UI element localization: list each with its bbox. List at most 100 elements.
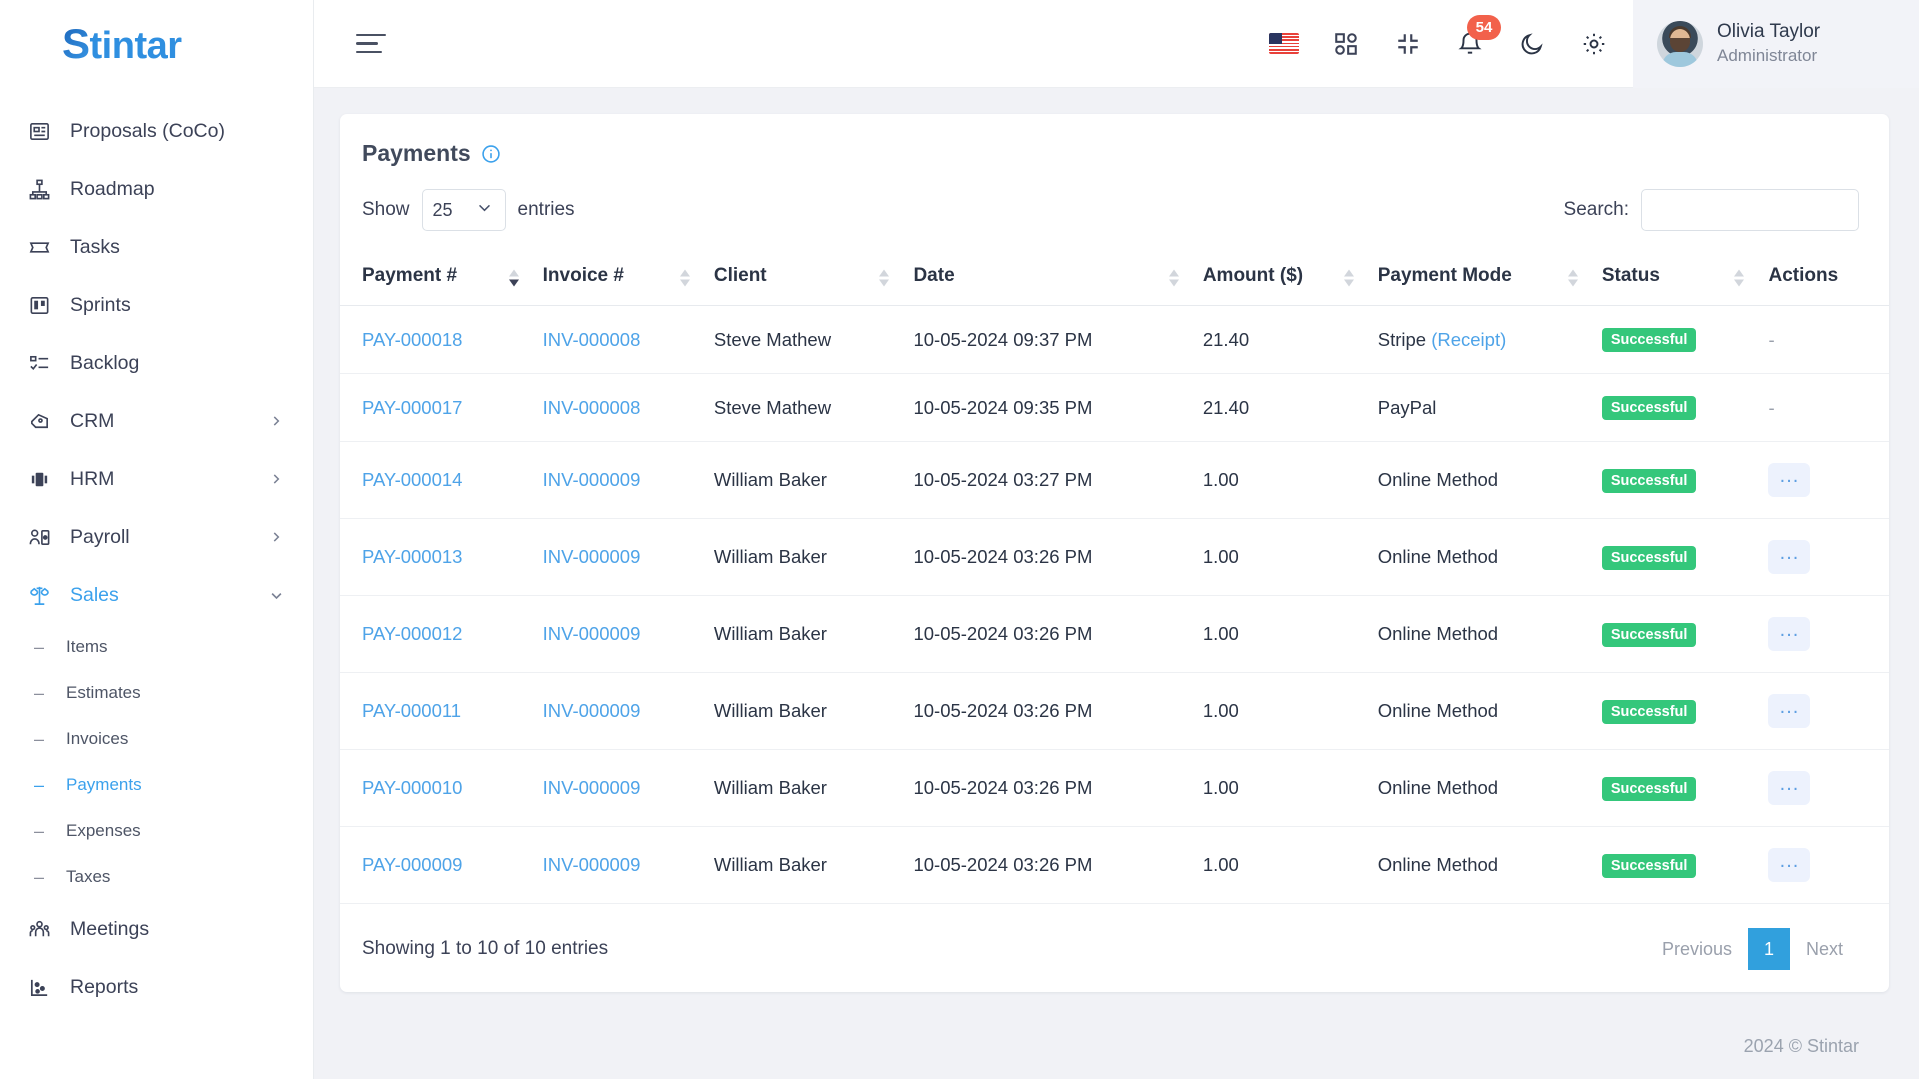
table-row: PAY-000017 INV-000008 Steve Mathew 10-05… — [340, 373, 1889, 442]
invoice-link[interactable]: INV-000009 — [543, 777, 641, 798]
pagination-next-button[interactable]: Next — [1789, 928, 1859, 970]
sidebar-item-sprints[interactable]: Sprints — [0, 276, 313, 334]
sort-toggle-icon[interactable] — [1343, 269, 1354, 287]
cell-client: William Baker — [703, 595, 904, 673]
column-header-status[interactable]: Status — [1591, 251, 1759, 306]
sidebar-item-reports[interactable]: Reports — [0, 958, 313, 1016]
payment-link[interactable]: PAY-000012 — [362, 623, 462, 644]
sidebar-item-tasks[interactable]: Tasks — [0, 218, 313, 276]
cell-actions: - — [1758, 373, 1889, 442]
sidebar-item-label: Sales — [70, 583, 119, 606]
row-actions-menu-button[interactable]: ... — [1768, 463, 1811, 497]
sidebar-subitem-items[interactable]: – Items — [0, 624, 313, 670]
payment-link[interactable]: PAY-000018 — [362, 329, 462, 350]
sort-toggle-icon[interactable] — [1567, 269, 1578, 287]
payment-link[interactable]: PAY-000010 — [362, 777, 462, 798]
sidebar-item-backlog[interactable]: Backlog — [0, 334, 313, 392]
sort-toggle-icon[interactable] — [879, 269, 890, 287]
brand-logo[interactable]: Stintar — [0, 0, 313, 88]
row-actions-menu-button[interactable]: ... — [1768, 694, 1811, 728]
payment-link[interactable]: PAY-000013 — [362, 546, 462, 567]
column-label: Invoice # — [542, 265, 624, 286]
pagination-page-1-button[interactable]: 1 — [1747, 928, 1790, 970]
sidebar-subitem-expenses[interactable]: – Expenses — [0, 808, 313, 854]
user-profile-menu[interactable]: Olivia Taylor Administrator — [1633, 0, 1919, 88]
cell-payment: PAY-000018 — [340, 305, 533, 374]
column-header-payment[interactable]: Payment # — [340, 251, 533, 306]
payment-link[interactable]: PAY-000014 — [362, 469, 462, 490]
payment-link[interactable]: PAY-000011 — [362, 700, 461, 721]
payment-mode-text: Stripe — [1377, 328, 1427, 350]
sidebar-item-proposals[interactable]: Proposals (CoCo) — [0, 102, 313, 160]
sidebar-subitem-estimates[interactable]: – Estimates — [0, 670, 313, 716]
sort-toggle-icon[interactable] — [679, 269, 690, 287]
sidebar-item-payroll[interactable]: Payroll — [0, 508, 313, 566]
pagination-previous-button[interactable]: Previous — [1645, 928, 1748, 970]
chevron-right-icon — [269, 414, 283, 428]
sidebar-item-label: Sprints — [70, 293, 131, 316]
sidebar-item-label: Payroll — [70, 525, 130, 548]
search-input[interactable] — [1641, 189, 1859, 231]
payment-link[interactable]: PAY-000009 — [362, 854, 462, 875]
gear-icon[interactable] — [1577, 27, 1611, 61]
row-actions-menu-button[interactable]: ... — [1768, 540, 1811, 574]
sort-toggle-icon[interactable] — [1168, 269, 1179, 287]
cell-payment: PAY-000017 — [340, 373, 533, 442]
sort-toggle-icon[interactable] — [1734, 269, 1745, 287]
cell-payment-mode: Online Method — [1367, 518, 1592, 596]
column-header-amount[interactable]: Amount ($) — [1192, 251, 1368, 306]
apps-grid-icon[interactable] — [1329, 27, 1363, 61]
sidebar-item-hrm[interactable]: HRM — [0, 450, 313, 508]
invoice-link[interactable]: INV-000009 — [543, 469, 641, 490]
cell-date: 10-05-2024 03:26 PM — [903, 595, 1193, 673]
info-circle-icon[interactable] — [481, 144, 501, 164]
invoice-link[interactable]: INV-000008 — [543, 329, 641, 350]
notifications-button[interactable]: 54 — [1453, 14, 1501, 61]
chevron-down-icon — [476, 199, 493, 221]
language-selector[interactable] — [1267, 27, 1301, 61]
column-header-payment-mode[interactable]: Payment Mode — [1367, 251, 1592, 306]
sidebar-subitem-payments[interactable]: – Payments — [0, 762, 313, 808]
roadmap-icon — [26, 176, 52, 202]
row-actions-menu-button[interactable]: ... — [1768, 771, 1811, 805]
invoice-link[interactable]: INV-000009 — [543, 623, 641, 644]
avatar — [1657, 20, 1703, 67]
hamburger-icon[interactable] — [356, 31, 390, 57]
sidebar-item-sales[interactable]: Sales — [0, 566, 313, 624]
column-header-date[interactable]: Date — [903, 251, 1193, 306]
invoice-link[interactable]: INV-000009 — [543, 854, 641, 875]
row-actions-menu-button[interactable]: ... — [1768, 617, 1811, 651]
hamburger-line — [356, 33, 386, 37]
payment-link[interactable]: PAY-000017 — [362, 397, 462, 418]
payment-mode-text: PayPal — [1377, 396, 1437, 418]
cell-payment-mode: Online Method — [1367, 826, 1592, 904]
dash-marker-icon: – — [33, 774, 44, 795]
status-badge: Successful — [1601, 776, 1697, 801]
cell-amount: 21.40 — [1192, 305, 1368, 374]
cell-invoice: INV-000009 — [532, 595, 704, 673]
sidebar-item-roadmap[interactable]: Roadmap — [0, 160, 313, 218]
cell-status: Successful — [1591, 749, 1759, 827]
cell-payment-mode: Online Method — [1367, 749, 1592, 827]
invoice-link[interactable]: INV-000009 — [543, 546, 641, 567]
sort-toggle-icon[interactable] — [508, 269, 519, 287]
invoice-link[interactable]: INV-000009 — [543, 700, 641, 721]
sidebar-item-meetings[interactable]: Meetings — [0, 900, 313, 958]
sidebar-subitem-invoices[interactable]: – Invoices — [0, 716, 313, 762]
tasks-icon — [26, 234, 52, 260]
receipt-link[interactable]: (Receipt) — [1431, 329, 1506, 350]
sidebar-subitem-taxes[interactable]: – Taxes — [0, 854, 313, 900]
cell-actions: ... — [1758, 672, 1889, 750]
moon-icon[interactable] — [1515, 27, 1549, 61]
pagination: Previous 1 Next — [1645, 928, 1859, 970]
page-size-select[interactable]: 25 — [421, 189, 506, 231]
compress-icon[interactable] — [1391, 27, 1425, 61]
no-action-placeholder: - — [1768, 328, 1775, 350]
page-size-value: 25 — [432, 199, 453, 220]
row-actions-menu-button[interactable]: ... — [1768, 848, 1811, 882]
column-header-client[interactable]: Client — [703, 251, 904, 306]
invoice-link[interactable]: INV-000008 — [543, 397, 641, 418]
sidebar-item-crm[interactable]: CRM — [0, 392, 313, 450]
cell-payment: PAY-000013 — [340, 518, 533, 596]
column-header-invoice[interactable]: Invoice # — [532, 251, 704, 306]
